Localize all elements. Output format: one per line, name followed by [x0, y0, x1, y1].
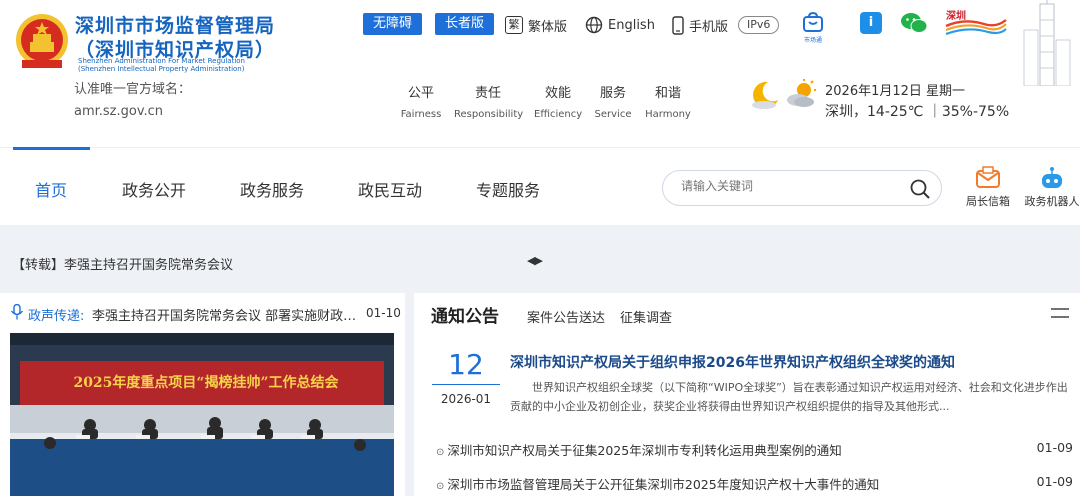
date-divider	[432, 384, 500, 385]
svg-text:深圳: 深圳	[946, 9, 966, 22]
service-app-icon[interactable]: i	[860, 12, 882, 34]
list-item[interactable]: ⊙ 深圳市知识产权局关于征集2025年深圳市专利转化运用典型案例的通知 01-09	[436, 440, 1073, 459]
bullet-icon: ⊙	[436, 481, 445, 492]
feature-day: 12	[448, 348, 484, 381]
nav-item-interaction[interactable]: 政民互动	[358, 177, 422, 201]
broadcast-date: 01-10	[366, 306, 401, 320]
official-domain-notice: 认准唯一官方域名：amr.sz.gov.cn	[74, 82, 192, 119]
tab-surveys[interactable]: 征集调查	[620, 307, 672, 326]
mobile-version-link[interactable]: 手机版	[672, 13, 728, 37]
headline-link[interactable]: 【转载】李强主持召开国务院常务会议	[12, 254, 233, 273]
shopping-bag-icon	[803, 11, 823, 32]
robot-label: 政务机器人	[1024, 195, 1080, 208]
mailbox-icon	[976, 166, 1000, 188]
feature-notice-title[interactable]: 深圳市知识产权局关于组织申报2026年世界知识产权组织全球奖的通知	[510, 352, 955, 372]
city-skyline-illustration	[1010, 0, 1074, 87]
search-input[interactable]	[681, 179, 901, 193]
english-link[interactable]: English	[585, 13, 655, 37]
search-icon[interactable]	[909, 178, 931, 200]
tab-case-announcements[interactable]: 案件公告送达	[527, 307, 605, 326]
accessibility-button[interactable]: 无障碍	[363, 13, 423, 35]
headline-carousel-arrows[interactable]: ◀▶	[527, 254, 543, 267]
nav-item-gov-service[interactable]: 政务服务	[240, 177, 304, 201]
search-box	[662, 170, 942, 206]
mobile-phone-icon	[672, 15, 684, 35]
feature-year-month: 2026-01	[440, 392, 492, 406]
nav-item-home[interactable]: 首页	[35, 177, 67, 201]
shenzhen-china-logo: 深圳	[944, 8, 1008, 38]
nav-item-special-service[interactable]: 专题服务	[476, 177, 540, 201]
list-item-date: 01-09	[1036, 474, 1073, 489]
weather-date: 2026年1月12日 星期一	[825, 84, 966, 99]
meeting-photo[interactable]: 2025年度重点项目“揭榜挂帅”工作总结会	[10, 333, 394, 496]
microphone-icon	[10, 304, 24, 320]
gov-robot-link[interactable]: 政务机器人	[1022, 166, 1080, 209]
site-subtitle-en: Shenzhen Administration For Market Regul…	[78, 57, 245, 73]
photo-banner-text: 2025年度重点项目“揭榜挂帅”工作总结会	[73, 375, 339, 391]
tab-notices[interactable]: 通知公告	[431, 302, 499, 327]
elderly-version-button[interactable]: 长者版	[435, 13, 495, 35]
market-app-label: 市场通	[803, 37, 822, 44]
wechat-icon[interactable]	[900, 12, 928, 38]
ipv6-badge: IPv6	[738, 16, 780, 34]
moon-weather-icon	[748, 78, 782, 116]
nav-active-indicator	[13, 147, 90, 150]
market-app-link[interactable]: 市场通	[794, 11, 832, 44]
partly-cloudy-icon	[784, 78, 818, 116]
list-item-date: 01-09	[1036, 440, 1073, 455]
motto-efficiency: 效能 Efficiency	[534, 86, 583, 120]
list-item-title: 深圳市知识产权局关于征集2025年深圳市专利转化运用典型案例的通知	[447, 443, 842, 458]
mobile-label: 手机版	[689, 19, 729, 35]
director-mailbox-link[interactable]: 局长信箱	[958, 166, 1018, 209]
globe-icon	[585, 16, 603, 34]
broadcast-label: 政声传递:	[28, 309, 85, 324]
mailbox-label: 局长信箱	[966, 195, 1010, 208]
traditional-chinese-link[interactable]: 繁 繁体版	[505, 13, 567, 37]
list-item[interactable]: ⊙ 深圳市市场监督管理局关于公开征集深圳市2025年度知识产权十大事件的通知 01…	[436, 474, 1073, 493]
national-emblem-logo	[14, 12, 70, 72]
bullet-icon: ⊙	[436, 447, 445, 458]
weather-info: 深圳，14-25℃ ｜35%-75%	[825, 104, 1010, 120]
robot-icon	[1042, 167, 1062, 188]
site-title-line1: 深圳市市场监督管理局	[75, 15, 276, 37]
motto-harmony: 和谐 Harmony	[645, 86, 691, 120]
motto-service: 服务 Service	[594, 86, 632, 120]
list-item-title: 深圳市市场监督管理局关于公开征集深圳市2025年度知识产权十大事件的通知	[447, 477, 880, 492]
traditional-label: 繁体版	[528, 19, 568, 35]
nav-item-gov-open[interactable]: 政务公开	[122, 177, 186, 201]
feature-notice-summary: 世界知识产权组织全球奖（以下简称“WIPO全球奖”）旨在表彰通过知识产权运用对经…	[510, 381, 1068, 413]
motto-responsibility: 责任 Responsibility	[454, 86, 524, 120]
traditional-icon: 繁	[505, 16, 523, 34]
motto-fairness: 公平 Fairness	[400, 86, 442, 120]
broadcast-headline[interactable]: 李强主持召开国务院常务会议 部署实施财政金融...	[92, 305, 360, 324]
english-label: English	[608, 17, 655, 33]
more-menu-icon[interactable]	[1051, 307, 1069, 319]
